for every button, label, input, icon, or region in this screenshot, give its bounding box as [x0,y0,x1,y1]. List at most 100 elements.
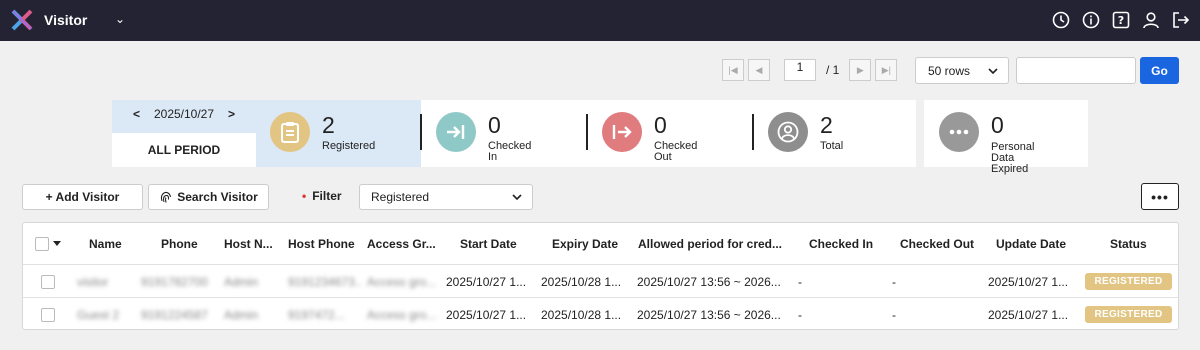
top-bar: Visitor ⌄ ? [0,0,1200,41]
cell-checked-out: - [892,307,896,322]
row-checkbox[interactable] [41,274,55,289]
expired-label: Personal Data Expired [991,142,1034,175]
person-icon [768,112,808,152]
chevron-down-icon [512,194,522,200]
row-checkbox-cell[interactable] [41,265,55,298]
column-header-host-phone[interactable]: Host Phone [288,223,364,264]
status-badge: REGISTERED [1085,306,1172,323]
table-row[interactable]: Guest 2 9191224587 Admin 9197472... Acce… [23,297,1178,329]
chevron-down-icon[interactable]: ⌄ [115,12,125,26]
column-header-start-date[interactable]: Start Date [460,223,540,264]
cell-start-date: 2025/10/27 1... [446,307,527,322]
filter-select-value: Registered [371,190,430,204]
more-options-button[interactable]: ••• [1141,183,1179,210]
cell-start-date: 2025/10/27 1... [446,274,527,289]
cell-host-phone: 9191234673... [288,274,362,289]
cell-allowed-period: 2025/10/27 13:56 ~ 2026... [637,274,781,289]
cell-checked-in: - [798,274,802,289]
add-visitor-button[interactable]: + Add Visitor [22,184,143,210]
search-visitor-button[interactable]: Search Visitor [148,184,269,210]
cell-phone: 9191224587 [141,307,208,322]
chevron-down-icon [988,67,998,74]
cell-access-group: Access gro... [367,307,437,322]
checked-in-label: Checked In [488,140,532,163]
column-header-checked-out[interactable]: Checked Out [900,223,984,264]
expired-label-line2: Expired [991,163,1029,175]
visitor-table: Name Phone Host N... Host Phone Access G… [22,222,1179,330]
column-header-host-name[interactable]: Host N... [224,223,286,264]
filter-label-text: Filter [312,189,342,203]
cell-name: Guest 2 [77,307,120,322]
prev-date-button[interactable]: < [133,107,140,121]
date-card: < 2025/10/27 > ALL PERIOD [112,100,256,167]
cell-checked-out: - [892,274,896,289]
registered-count: 2 [322,112,335,138]
column-header-access-group[interactable]: Access Gr... [367,223,445,264]
help-icon[interactable]: ? [1110,9,1132,31]
rows-per-page-value: 50 rows [928,63,971,78]
search-input[interactable] [1016,57,1136,84]
logo-icon [11,9,33,31]
column-header-expiry-date[interactable]: Expiry Date [552,223,632,264]
check-out-icon [602,112,642,152]
cell-access-group: Access gro... [367,274,437,289]
cell-allowed-period: 2025/10/27 13:56 ~ 2026... [637,307,781,322]
select-all-checkbox[interactable] [35,236,49,251]
caret-down-icon[interactable] [53,241,61,246]
select-all-header[interactable] [35,223,65,264]
column-header-allowed-period[interactable]: Allowed period for cred... [638,223,800,264]
check-in-icon [436,112,476,152]
cell-status: REGISTERED [1085,298,1172,329]
row-checkbox[interactable] [41,307,55,322]
rows-per-page-select[interactable]: 50 rows [915,57,1009,84]
cell-status: REGISTERED [1085,265,1172,298]
clock-icon[interactable] [1050,9,1072,31]
filter-select[interactable]: Registered [359,184,533,210]
app-title: Visitor [44,12,88,28]
total-count: 2 [820,112,833,138]
expired-label-line1: Personal Data [991,141,1035,164]
cell-host-name: Admin [224,274,259,289]
info-icon[interactable] [1080,9,1102,31]
checked-out-label: Checked Out [654,140,698,163]
cell-phone: 9191782700 [141,274,208,289]
cell-update-date: 2025/10/27 1... [988,307,1069,322]
checked-in-count: 0 [488,112,501,138]
next-date-button[interactable]: > [228,107,235,121]
table-row[interactable]: visitor 9191782700 Admin 9191234673... A… [23,264,1178,297]
last-page-button[interactable]: ▶| [875,59,898,81]
clipboard-icon [270,112,310,152]
cell-host-name: Admin [224,307,259,322]
page-number-input[interactable]: 1 [784,59,816,81]
cell-expiry-date: 2025/10/28 1... [541,307,622,322]
column-header-update-date[interactable]: Update Date [996,223,1082,264]
search-visitor-label: Search Visitor [177,190,258,204]
more-dots-icon [939,112,979,152]
go-button[interactable]: Go [1140,57,1179,84]
first-page-button[interactable]: |◀ [722,59,744,81]
logout-icon[interactable] [1170,9,1192,31]
column-header-name[interactable]: Name [89,223,149,264]
prev-page-button[interactable]: ◀ [748,59,770,81]
status-badge: REGISTERED [1085,273,1172,290]
user-icon[interactable] [1140,9,1162,31]
column-header-status[interactable]: Status [1110,223,1178,264]
checked-out-count: 0 [654,112,667,138]
divider [586,114,588,150]
all-period-button[interactable]: ALL PERIOD [112,133,256,167]
column-header-phone[interactable]: Phone [161,223,221,264]
next-page-button[interactable]: ▶ [849,59,872,81]
registered-label: Registered [322,140,376,152]
divider [752,114,754,150]
total-label: Total [820,140,844,152]
svg-text:?: ? [1118,14,1124,27]
cell-host-phone: 9197472... [288,307,345,322]
cell-checked-in: - [798,307,802,322]
divider [420,114,422,150]
expired-count: 0 [991,112,1004,138]
row-checkbox-cell[interactable] [41,298,55,329]
current-date: 2025/10/27 [153,107,215,121]
column-header-checked-in[interactable]: Checked In [809,223,885,264]
cell-name: visitor [77,274,109,289]
filter-label: • Filter [302,189,342,203]
